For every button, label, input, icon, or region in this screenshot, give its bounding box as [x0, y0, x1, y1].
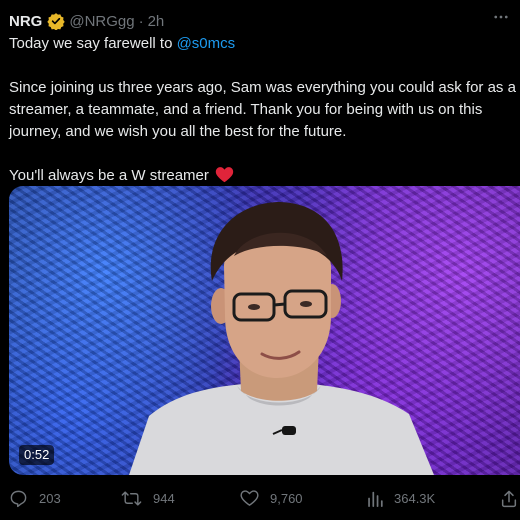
video-frame-person: [129, 202, 434, 475]
share-button[interactable]: [500, 486, 518, 510]
text-line-4: journey, and we wish you all the best fo…: [9, 123, 347, 140]
views-button[interactable]: 364.3K: [367, 486, 435, 510]
video-player[interactable]: 0:52: [9, 186, 520, 475]
views-count: 364.3K: [394, 490, 436, 506]
views-chart-icon: [367, 490, 383, 507]
author-name[interactable]: NRG: [9, 13, 42, 30]
like-count: 9,760: [270, 490, 303, 506]
more-options-icon[interactable]: [490, 6, 512, 28]
tweet-actions: 203 944 9,760 364.3K: [0, 486, 520, 510]
text-line-3: streamer, a teammate, and a friend. Than…: [9, 101, 483, 118]
repost-count: 944: [153, 490, 175, 506]
reply-button[interactable]: 203: [9, 486, 61, 510]
reply-count: 203: [39, 490, 61, 506]
mention-link[interactable]: @s0mcs: [177, 35, 236, 52]
tweet-text: Today we say farewell to @s0mcs Since jo…: [9, 33, 520, 190]
text-intro: Today we say farewell to: [9, 35, 177, 52]
heart-icon: [240, 489, 259, 507]
text-line-2: Since joining us three years ago, Sam wa…: [9, 79, 516, 96]
video-duration: 0:52: [19, 445, 55, 465]
timestamp[interactable]: 2h: [148, 13, 165, 30]
repost-icon: [121, 489, 142, 508]
verified-badge-icon[interactable]: [47, 12, 66, 31]
repost-button[interactable]: 944: [121, 486, 175, 510]
tweet-header: NRG @NRGgg · 2h: [9, 10, 164, 32]
author-handle[interactable]: @NRGgg: [69, 13, 134, 30]
separator-dot: ·: [138, 12, 144, 30]
text-line-1: Today we say farewell to @s0mcs: [9, 33, 520, 55]
reply-icon: [9, 489, 28, 508]
share-icon: [500, 489, 518, 508]
text-closing: You'll always be a W streamer: [9, 167, 209, 184]
like-button[interactable]: 9,760: [240, 486, 303, 510]
